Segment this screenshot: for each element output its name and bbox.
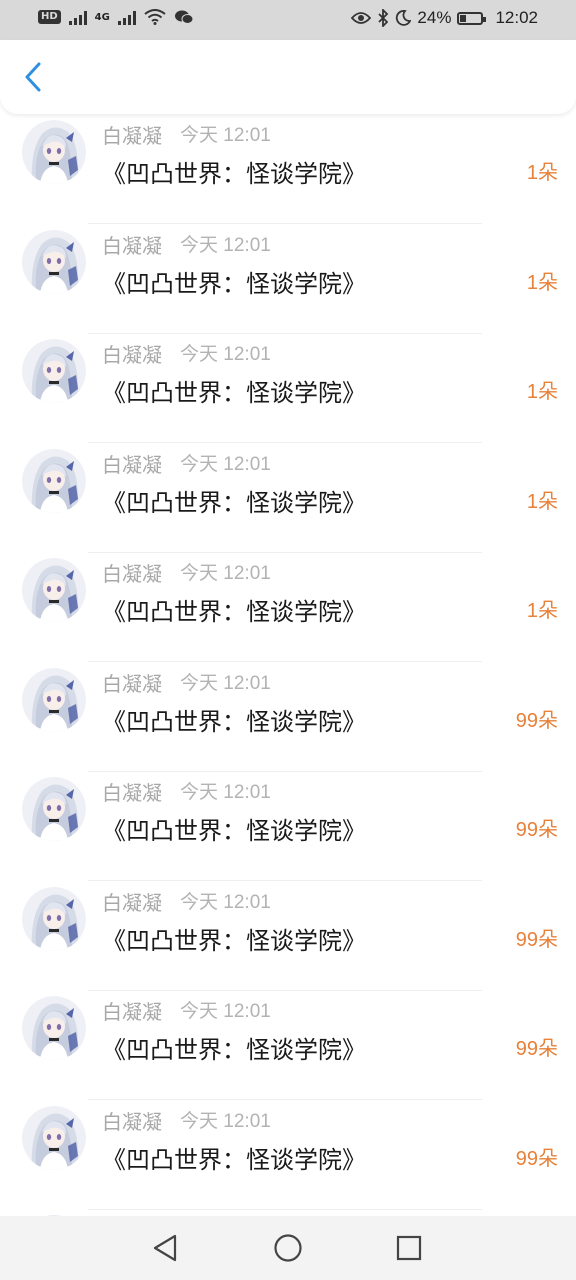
nav-recents-button[interactable] xyxy=(391,1230,427,1266)
sender-name: 白凝凝 xyxy=(102,1000,162,1024)
square-recents-icon xyxy=(396,1235,422,1261)
gift-amount: 1朵 xyxy=(526,600,558,622)
list-item[interactable]: 白凝凝 今天 12:01 《凹凸世界：怪谈学院》 1朵 xyxy=(0,224,576,334)
sender-name: 白凝凝 xyxy=(102,890,162,915)
avatar[interactable] xyxy=(22,777,86,841)
item-title: 《凹凸世界：怪谈学院》 xyxy=(102,269,366,298)
gift-amount: 99朵 xyxy=(515,1038,558,1060)
gift-amount: 1朵 xyxy=(526,271,558,294)
timestamp: 今天 12:01 xyxy=(180,1110,271,1132)
timestamp: 今天 12:01 xyxy=(180,563,271,584)
item-title: 《凹凸世界：怪谈学院》 xyxy=(102,160,366,188)
gift-amount: 99朵 xyxy=(515,709,558,732)
signal-icon-2 xyxy=(117,9,136,25)
triangle-back-icon xyxy=(153,1234,177,1262)
item-title: 《凹凸世界：怪谈学院》 xyxy=(102,379,366,407)
nav-home-button[interactable] xyxy=(270,1230,306,1266)
status-bar: HD 4G 24% 12:02 xyxy=(0,0,576,40)
item-title: 《凹凸世界：怪谈学院》 xyxy=(102,926,366,955)
list-item[interactable]: 白凝凝 今天 12:01 《凹凸世界：怪谈学院》 1朵 xyxy=(0,552,576,662)
timestamp: 今天 12:01 xyxy=(180,234,271,256)
eye-icon xyxy=(351,12,372,24)
list-item[interactable]: 白凝凝 今天 12:01 《凹凸世界：怪谈学院》 99朵 xyxy=(0,1100,576,1210)
list-item[interactable]: 白凝凝 今天 12:01 《凹凸世界：怪谈学院》 99朵 xyxy=(0,990,576,1100)
back-button[interactable] xyxy=(16,60,50,94)
item-title: 《凹凸世界：怪谈学院》 xyxy=(102,598,366,626)
sender-name: 白凝凝 xyxy=(102,1109,162,1134)
list-item[interactable]: 白凝凝 今天 12:01 《凹凸世界：怪谈学院》 99朵 xyxy=(0,881,576,991)
timestamp: 今天 12:01 xyxy=(180,672,271,694)
avatar[interactable] xyxy=(22,1105,86,1170)
sender-name: 白凝凝 xyxy=(102,562,162,586)
battery-icon xyxy=(457,11,487,25)
hd-badge: HD xyxy=(38,10,61,24)
avatar[interactable] xyxy=(22,229,86,294)
signal-icon xyxy=(68,9,87,25)
sender-name: 白凝凝 xyxy=(102,671,162,696)
gift-amount: 99朵 xyxy=(515,819,558,841)
system-nav-bar xyxy=(0,1216,576,1280)
timestamp: 今天 12:01 xyxy=(180,344,271,365)
moon-icon xyxy=(396,10,412,26)
timestamp: 今天 12:01 xyxy=(180,891,271,913)
avatar[interactable] xyxy=(22,996,86,1060)
network-label: 4G xyxy=(94,11,110,23)
status-left: HD 4G xyxy=(38,9,194,25)
avatar[interactable] xyxy=(22,448,86,513)
list-item[interactable]: 白凝凝 今天 12:01 《凹凸世界：怪谈学院》 1朵 xyxy=(0,114,576,224)
sender-name: 白凝凝 xyxy=(102,452,162,477)
sender-name: 白凝凝 xyxy=(102,124,162,148)
gift-record-list: 白凝凝 今天 12:01 《凹凸世界：怪谈学院》 1朵 白凝凝 今天 12:01… xyxy=(0,114,576,1216)
item-title: 《凹凸世界：怪谈学院》 xyxy=(102,817,366,845)
gift-amount: 99朵 xyxy=(515,928,558,951)
gift-amount: 99朵 xyxy=(515,1147,558,1170)
sender-name: 白凝凝 xyxy=(102,343,162,367)
avatar[interactable] xyxy=(22,339,86,403)
timestamp: 今天 12:01 xyxy=(180,1001,271,1022)
item-title: 《凹凸世界：怪谈学院》 xyxy=(102,1145,366,1174)
gift-amount: 1朵 xyxy=(526,490,558,513)
avatar[interactable] xyxy=(22,886,86,951)
item-title: 《凹凸世界：怪谈学院》 xyxy=(102,1036,366,1064)
battery-percent: 24% xyxy=(417,8,452,27)
sender-name: 白凝凝 xyxy=(102,233,162,258)
avatar[interactable] xyxy=(22,558,86,622)
timestamp: 今天 12:01 xyxy=(180,125,271,146)
gift-amount: 1朵 xyxy=(526,162,558,184)
list-item[interactable]: 白凝凝 今天 12:01 《凹凸世界：怪谈学院》 1朵 xyxy=(0,333,576,443)
avatar[interactable] xyxy=(22,120,86,184)
nav-back-button[interactable] xyxy=(147,1230,183,1266)
status-right: 24% 12:02 xyxy=(351,8,538,28)
wifi-icon xyxy=(144,9,166,25)
header xyxy=(0,40,576,114)
circle-home-icon xyxy=(274,1234,302,1262)
list-item[interactable]: 白凝凝 今天 12:01 《凹凸世界：怪谈学院》 99朵 xyxy=(0,662,576,772)
wechat-icon xyxy=(174,10,194,24)
timestamp: 今天 12:01 xyxy=(180,453,271,475)
list-item-partial[interactable] xyxy=(0,1209,576,1216)
list-item[interactable]: 白凝凝 今天 12:01 《凹凸世界：怪谈学院》 99朵 xyxy=(0,771,576,881)
timestamp: 今天 12:01 xyxy=(180,782,271,803)
item-title: 《凹凸世界：怪谈学院》 xyxy=(102,488,366,517)
list-item[interactable]: 白凝凝 今天 12:01 《凹凸世界：怪谈学院》 1朵 xyxy=(0,443,576,553)
avatar[interactable] xyxy=(22,667,86,732)
bluetooth-icon xyxy=(378,9,389,27)
clock: 12:02 xyxy=(495,8,538,27)
item-title: 《凹凸世界：怪谈学院》 xyxy=(102,707,366,736)
sender-name: 白凝凝 xyxy=(102,781,162,805)
chevron-left-icon xyxy=(25,62,41,92)
gift-amount: 1朵 xyxy=(526,381,558,403)
